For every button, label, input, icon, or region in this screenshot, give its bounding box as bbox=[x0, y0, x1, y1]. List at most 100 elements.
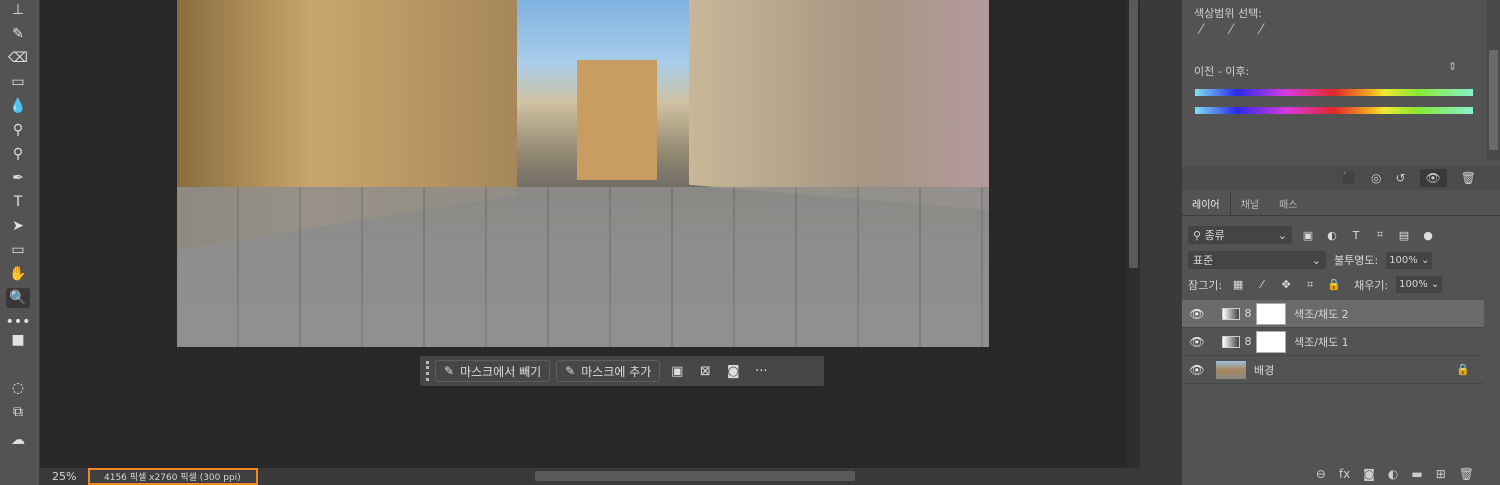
tab-paths[interactable]: 패스 bbox=[1269, 192, 1307, 215]
layer-mask-thumbnail[interactable] bbox=[1256, 302, 1286, 325]
hue-saturation-icon bbox=[1222, 335, 1240, 348]
eyedropper-icon[interactable]: ⁄ bbox=[1200, 22, 1202, 38]
drag-handle[interactable] bbox=[426, 361, 429, 381]
add-label: 마스크에 추가 bbox=[581, 364, 652, 379]
clip-to-layer-icon[interactable]: ⬛ bbox=[1342, 171, 1357, 185]
image-pavement bbox=[177, 187, 989, 347]
disable-mask-icon[interactable]: ⊠ bbox=[694, 364, 716, 379]
document-image[interactable] bbox=[177, 0, 989, 347]
new-layer-icon[interactable]: ⊞ bbox=[1436, 467, 1446, 481]
view-mask-icon[interactable]: ◙ bbox=[722, 364, 744, 379]
filter-smart-object-icon[interactable]: ▤ bbox=[1396, 229, 1412, 242]
subtract-label: 마스크에서 빼기 bbox=[460, 364, 542, 379]
image-buildings-right bbox=[689, 0, 989, 210]
subtract-from-mask-button[interactable]: ✎ 마스크에서 빼기 bbox=[435, 360, 551, 382]
lock-all-icon[interactable]: 🔒 bbox=[1326, 278, 1342, 291]
reset-icon[interactable]: ↺ bbox=[1395, 171, 1405, 185]
layer-row-hue-saturation-1[interactable]: 👁 8 색조/채도 1 bbox=[1182, 328, 1484, 356]
hand-adjust-icon[interactable]: ⇕ bbox=[1448, 60, 1457, 73]
eyedropper-plus-icon[interactable]: ⁄ bbox=[1230, 22, 1232, 38]
properties-footer: ⬛ ◎ ↺ 👁 🗑 bbox=[1182, 166, 1500, 190]
hue-saturation-icon bbox=[1222, 307, 1240, 320]
before-after-label: 이전 - 이후: bbox=[1194, 65, 1250, 78]
chevron-down-icon: ⌄ bbox=[1311, 253, 1321, 267]
more-tools-icon[interactable]: ••• bbox=[6, 312, 31, 332]
layer-mask-thumbnail[interactable] bbox=[1256, 330, 1286, 353]
path-select-icon[interactable]: ➤ bbox=[6, 216, 30, 236]
layer-name: 배경 bbox=[1254, 363, 1275, 377]
delete-icon[interactable]: 🗑 bbox=[1461, 171, 1476, 185]
tab-channels[interactable]: 채널 bbox=[1231, 192, 1269, 215]
opacity-value: 100% bbox=[1389, 254, 1418, 266]
filter-toggle-icon[interactable]: ● bbox=[1420, 229, 1436, 242]
filter-pixel-icon[interactable]: ▣ bbox=[1300, 229, 1316, 242]
stamp-tool-icon[interactable]: ⊥ bbox=[6, 0, 30, 20]
visibility-eye-icon[interactable]: 👁 bbox=[1182, 335, 1212, 349]
add-mask-icon[interactable]: ◙ bbox=[1363, 467, 1375, 481]
color-range-label: 색상범위 선택: bbox=[1194, 7, 1262, 20]
dodge-icon[interactable]: ⚲ bbox=[6, 120, 30, 140]
pen-icon[interactable]: ✒ bbox=[6, 168, 30, 188]
lock-artboard-icon[interactable]: ⌗ bbox=[1302, 278, 1318, 292]
layer-thumbnail bbox=[1216, 360, 1246, 379]
burn-icon[interactable]: ⚲ bbox=[6, 144, 30, 164]
blend-mode-value: 표준 bbox=[1193, 254, 1214, 267]
visibility-eye-icon[interactable]: 👁 bbox=[1419, 169, 1447, 187]
search-icon: ⚲ bbox=[1193, 229, 1205, 242]
eyedropper-minus-icon[interactable]: ⁄ bbox=[1260, 22, 1262, 38]
link-icon[interactable]: 8 bbox=[1240, 335, 1256, 348]
hue-bar-before bbox=[1195, 89, 1473, 96]
rectangle-icon[interactable]: ▭ bbox=[6, 240, 30, 260]
add-to-mask-button[interactable]: ✎ 마스크에 추가 bbox=[556, 360, 661, 382]
layer-row-background[interactable]: 👁 배경 🔒 bbox=[1182, 356, 1484, 384]
lock-image-icon[interactable]: ⁄ bbox=[1254, 278, 1270, 291]
adjustment-layer-icon[interactable]: ◐ bbox=[1388, 467, 1398, 481]
filter-kind-select[interactable]: ⚲ 종류 ⌄ bbox=[1188, 226, 1292, 244]
fill-input[interactable]: 100% ⌄ bbox=[1396, 276, 1443, 293]
fx-icon[interactable]: fx bbox=[1339, 467, 1350, 481]
share-icon[interactable]: ☁ bbox=[6, 430, 30, 450]
gradient-icon[interactable]: ▭ bbox=[6, 72, 30, 92]
lock-icon: 🔒 bbox=[1456, 363, 1470, 376]
lock-transparent-icon[interactable]: ▦ bbox=[1230, 278, 1246, 291]
zoom-icon[interactable]: 🔍 bbox=[6, 288, 30, 308]
properties-scrollbar[interactable] bbox=[1487, 0, 1500, 160]
more-options-icon[interactable]: ··· bbox=[750, 364, 772, 379]
delete-layer-icon[interactable]: 🗑 bbox=[1459, 467, 1474, 481]
hand-icon[interactable]: ✋ bbox=[6, 264, 30, 284]
properties-panel: 색상범위 선택: ⁄ ⁄ ⁄ 이전 - 이후: ⇕ bbox=[1182, 0, 1500, 166]
lock-position-icon[interactable]: ✥ bbox=[1278, 278, 1294, 291]
filter-kind-value: 종류 bbox=[1204, 229, 1225, 242]
right-panel: 색상범위 선택: ⁄ ⁄ ⁄ 이전 - 이후: ⇕ ⬛ ◎ ↺ 👁 🗑 레이어 … bbox=[1182, 0, 1500, 485]
eraser-icon[interactable]: ⌫ bbox=[6, 48, 30, 68]
layers-footer: ⊖ fx ◙ ◐ ▬ ⊞ 🗑 bbox=[1182, 462, 1500, 485]
screen-mode-icon[interactable]: ⧉ bbox=[6, 402, 30, 422]
filter-adjustment-icon[interactable]: ◐ bbox=[1324, 229, 1340, 242]
swatches-icon[interactable]: ■ bbox=[6, 330, 30, 350]
zoom-level[interactable]: 25% bbox=[40, 470, 88, 483]
image-building-center bbox=[577, 60, 657, 180]
tab-layers[interactable]: 레이어 bbox=[1182, 192, 1231, 215]
canvas-area[interactable]: ✎ 마스크에서 빼기 ✎ 마스크에 추가 ▣ ⊠ ◙ ··· bbox=[40, 0, 1127, 468]
fill-value: 100% bbox=[1399, 279, 1428, 290]
hue-bar-after[interactable] bbox=[1195, 107, 1473, 114]
visibility-eye-icon[interactable]: 👁 bbox=[1182, 307, 1212, 321]
horizontal-scrollbar[interactable] bbox=[535, 471, 855, 481]
quick-mask-icon[interactable]: ◌ bbox=[6, 378, 30, 398]
link-icon[interactable]: 8 bbox=[1240, 307, 1256, 320]
visibility-eye-icon[interactable]: 👁 bbox=[1182, 363, 1212, 377]
link-layers-icon[interactable]: ⊖ bbox=[1316, 467, 1326, 481]
vertical-scrollbar[interactable] bbox=[1127, 0, 1140, 468]
layer-row-hue-saturation-2[interactable]: 👁 8 색조/채도 2 bbox=[1182, 300, 1484, 328]
filter-type-icon[interactable]: T bbox=[1348, 229, 1364, 242]
history-brush-icon[interactable]: ✎ bbox=[6, 24, 30, 44]
filter-shape-icon[interactable]: ⌗ bbox=[1372, 228, 1388, 242]
opacity-input[interactable]: 100% ⌄ bbox=[1386, 251, 1433, 269]
document-info[interactable]: 4156 픽셀 x2760 픽셀 (300 ppi) bbox=[88, 468, 258, 485]
blend-mode-select[interactable]: 표준 ⌄ bbox=[1188, 251, 1326, 269]
blur-icon[interactable]: 💧 bbox=[6, 96, 30, 116]
type-icon[interactable]: T bbox=[6, 192, 30, 212]
view-previous-icon[interactable]: ◎ bbox=[1371, 171, 1381, 185]
new-group-icon[interactable]: ▬ bbox=[1411, 467, 1422, 481]
mask-options-icon[interactable]: ▣ bbox=[666, 364, 688, 379]
